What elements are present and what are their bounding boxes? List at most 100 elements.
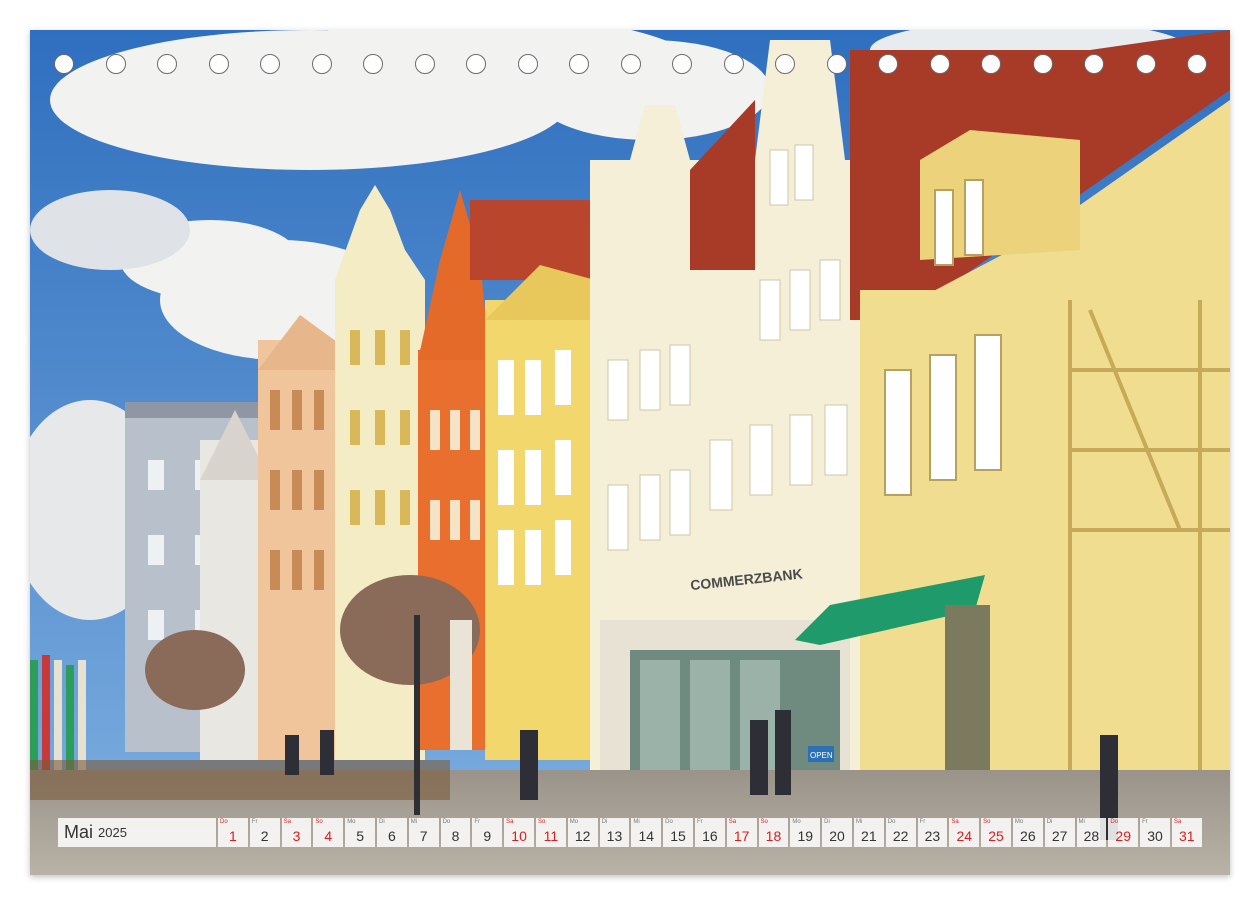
binding-hole: [208, 54, 229, 74]
weekday-label: Sa: [728, 819, 737, 825]
weekday-label: Mo: [347, 819, 356, 825]
weekday-label: Do: [1110, 819, 1118, 825]
day-number: 26: [1020, 828, 1036, 844]
binding-hole: [157, 54, 177, 74]
binding-hole: [620, 54, 641, 74]
weekday-label: So: [315, 819, 323, 825]
day-number: 30: [1147, 828, 1163, 844]
weekday-label: Sa: [506, 819, 514, 825]
day-number: 18: [765, 828, 782, 844]
town-square-photo: COMMERZBANK OPEN: [30, 30, 1230, 875]
weekday-label: Mi: [1078, 819, 1085, 825]
weekday-label: Di: [378, 819, 385, 825]
day-number: 12: [574, 828, 591, 844]
day-cell: Fr 23: [917, 818, 948, 847]
day-cell: So 11: [535, 818, 566, 847]
calendar-page: COMMERZBANK OPEN Mai 2025 Do 1 Fr 2 Sa 3…: [30, 30, 1230, 875]
binding-hole: [363, 54, 383, 74]
day-cell: So 4: [313, 818, 344, 847]
day-number: 22: [892, 828, 909, 844]
binding-hole: [929, 54, 950, 74]
day-number: 3: [292, 828, 301, 844]
weekday-label: Fr: [1142, 819, 1148, 825]
weekday-label: Do: [442, 819, 451, 825]
binding-hole: [826, 54, 847, 74]
day-number: 9: [483, 828, 492, 844]
day-cell: Di 20: [822, 818, 852, 847]
weekday-label: Di: [824, 819, 830, 825]
day-number: 29: [1115, 828, 1131, 844]
day-cell: Mi 21: [853, 818, 884, 847]
day-cell: Sa 3: [281, 818, 312, 847]
day-number: 16: [702, 828, 718, 844]
weekday-label: Di: [601, 819, 608, 825]
day-number: 23: [924, 828, 941, 844]
day-cell: Mo 26: [1012, 818, 1043, 847]
binding-hole: [311, 54, 332, 74]
binding-hole: [569, 54, 589, 74]
day-cell: Fr 16: [694, 818, 725, 847]
binding-holes: [30, 54, 1230, 80]
binding-hole: [1032, 54, 1053, 74]
binding-hole: [1187, 54, 1207, 74]
day-cell: Mo 19: [790, 818, 821, 847]
day-cell: Mo 5: [345, 818, 375, 847]
weekday-label: So: [760, 819, 768, 825]
day-number: 11: [543, 828, 559, 844]
day-cell: Di 27: [1044, 818, 1075, 847]
day-number: 13: [606, 828, 623, 844]
day-number: 8: [451, 828, 460, 844]
day-number: 7: [419, 828, 428, 844]
weekday-label: Fr: [474, 819, 481, 825]
day-cell: Di 13: [599, 818, 630, 847]
day-cell: Fr 9: [472, 818, 503, 847]
weekday-label: Mo: [1014, 819, 1024, 825]
day-cell: Do 29: [1108, 818, 1139, 847]
day-number: 14: [638, 828, 655, 844]
weekday-label: Di: [1046, 819, 1053, 825]
day-cell: Sa 31: [1171, 818, 1202, 847]
day-cell: So 25: [981, 818, 1011, 847]
day-cell: Do 22: [885, 818, 916, 847]
weekday-label: Do: [887, 819, 896, 825]
weekday-label: Do: [665, 819, 673, 825]
binding-hole: [672, 54, 692, 74]
weekday-label: Fr: [696, 819, 703, 825]
weekday-label: Mi: [410, 819, 418, 825]
day-cell: Sa 10: [504, 818, 534, 847]
day-cell: Do 8: [440, 818, 471, 847]
binding-hole: [1084, 54, 1104, 74]
day-number: 2: [260, 828, 269, 844]
day-cell: Fr 30: [1140, 818, 1170, 847]
weekday-label: Mi: [633, 819, 640, 825]
date-strip: Mai 2025 Do 1 Fr 2 Sa 3 So 4 Mo 5 Di 6 Mi 7 Do 8 Fr 9 Sa 10…: [58, 818, 1204, 847]
day-number: 24: [956, 828, 973, 844]
day-number: 5: [356, 828, 364, 844]
day-number: 21: [861, 828, 877, 844]
day-number: 28: [1083, 828, 1100, 844]
open-sign: OPEN: [810, 751, 833, 760]
weekday-label: So: [537, 819, 546, 825]
day-cell: Do 15: [663, 818, 693, 847]
day-cell: Di 6: [376, 818, 407, 847]
binding-hole: [105, 54, 126, 74]
weekday-label: Fr: [919, 819, 926, 825]
day-number: 17: [733, 828, 750, 844]
day-cell: Mi 14: [631, 818, 662, 847]
day-cell: Sa 24: [949, 818, 980, 847]
weekday-label: So: [983, 819, 991, 825]
weekday-label: Mo: [569, 819, 579, 825]
day-cell: Mi 28: [1076, 818, 1107, 847]
day-cell: Do 1: [218, 818, 248, 847]
binding-hole: [466, 54, 486, 74]
binding-hole: [981, 54, 1001, 74]
month-label: Mai 2025: [58, 818, 216, 847]
binding-hole: [723, 54, 744, 74]
day-number: 27: [1051, 828, 1068, 844]
day-cell: Mi 7: [408, 818, 439, 847]
binding-hole: [517, 54, 538, 74]
weekday-label: Sa: [283, 819, 291, 825]
month-name: Mai: [64, 822, 94, 842]
binding-hole: [414, 54, 435, 74]
weekday-label: Fr: [251, 819, 258, 825]
